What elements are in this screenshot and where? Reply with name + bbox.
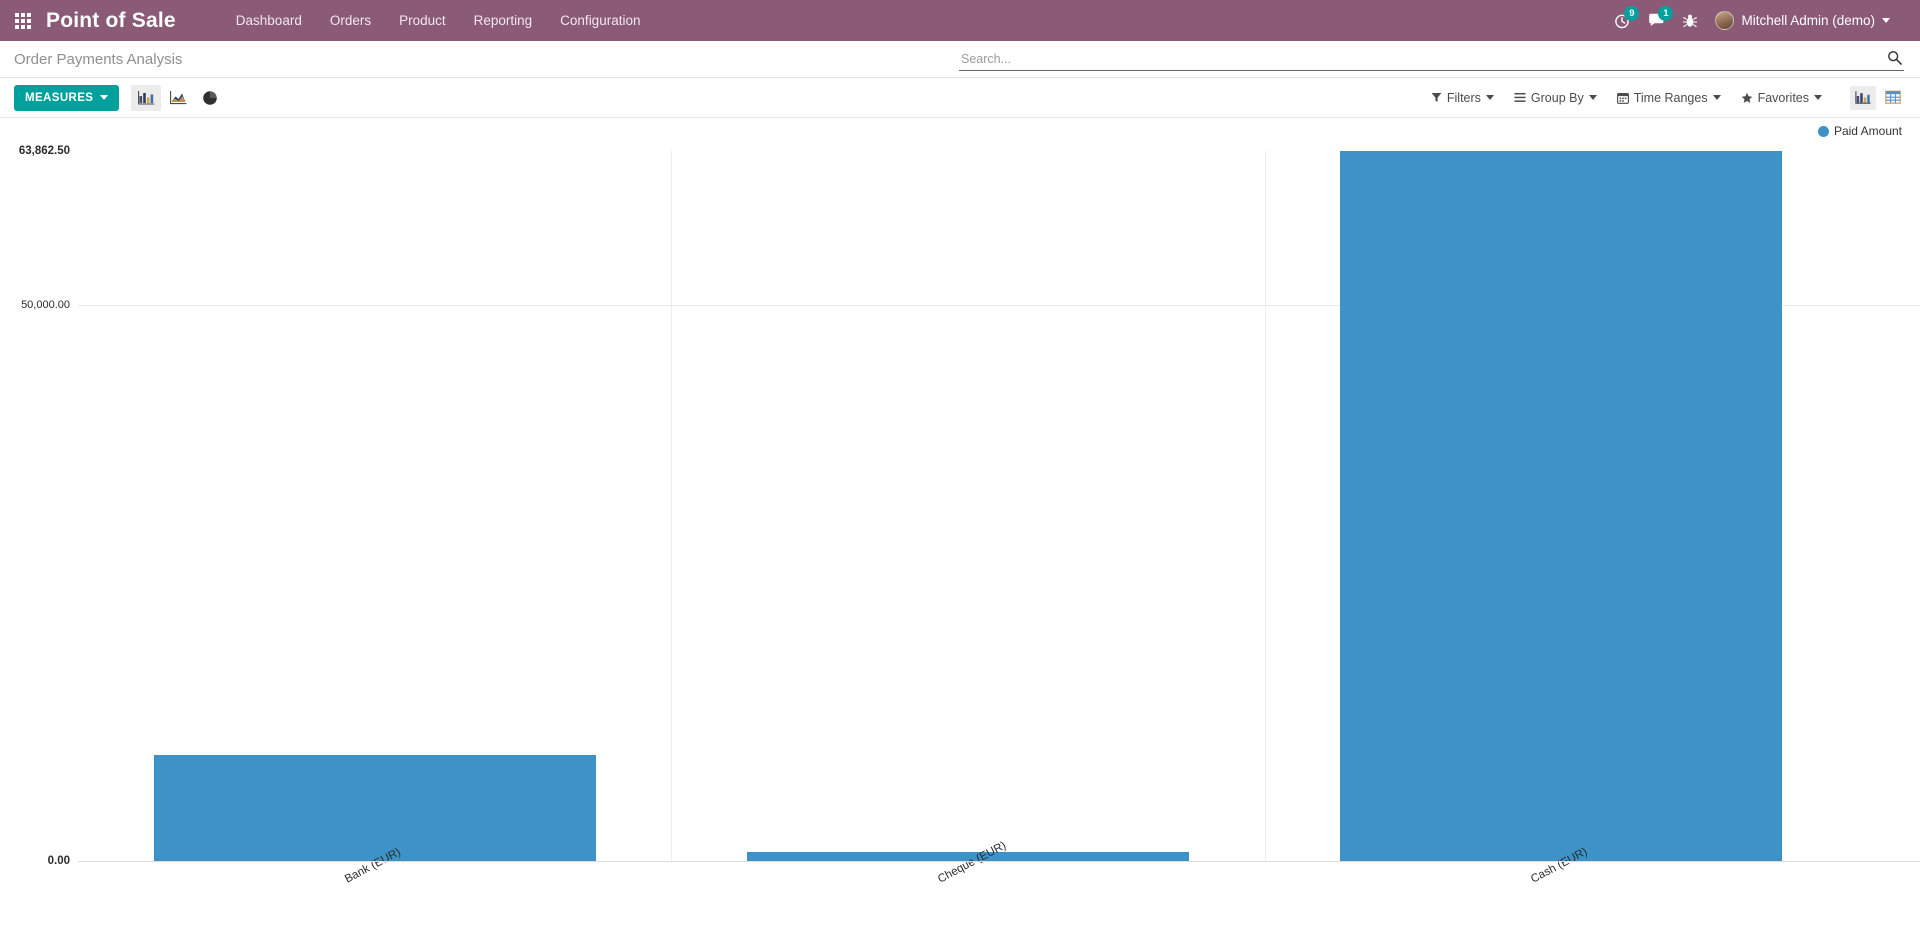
user-avatar (1715, 11, 1735, 30)
measures-label: MEASURES (25, 91, 94, 104)
x-axis-baseline (78, 861, 1920, 862)
line-chart-icon[interactable] (163, 85, 193, 111)
nav-item-reporting[interactable]: Reporting (460, 0, 547, 41)
main-nav-menu: Dashboard Orders Product Reporting Confi… (222, 0, 655, 41)
bar-chart-icon[interactable] (131, 84, 162, 111)
filters-label: Filters (1446, 90, 1481, 105)
bar-cash-eur[interactable] (1340, 151, 1783, 861)
nav-item-product[interactable]: Product (385, 0, 460, 41)
chevron-down-icon (1588, 95, 1597, 100)
graph-view-icon[interactable] (1850, 85, 1876, 110)
x-axis-tick-label: Cheque (EUR) (936, 839, 1009, 886)
user-menu[interactable]: Mitchell Admin (demo) (1715, 11, 1890, 30)
nav-item-orders[interactable]: Orders (316, 0, 385, 41)
star-icon (1741, 92, 1752, 103)
list-icon (1514, 93, 1526, 102)
funnel-icon (1431, 93, 1442, 102)
category-separator (1264, 151, 1266, 861)
chevron-down-icon (1485, 95, 1494, 100)
graph-view-container: Paid Amount 63,862.50 50,000.00 0.00 Bank (… (0, 118, 1920, 947)
nav-item-dashboard[interactable]: Dashboard (222, 0, 316, 41)
activities-count-badge: 9 (1624, 5, 1640, 21)
pie-chart-icon[interactable] (195, 85, 225, 111)
calendar-icon (1616, 92, 1629, 104)
bar-chart-plot: 63,862.50 50,000.00 0.00 Bank (EUR) Cheque (… (0, 118, 1920, 947)
bug-icon (1683, 14, 1698, 27)
app-brand-title[interactable]: Point of Sale (46, 9, 176, 33)
pivot-view-icon[interactable] (1880, 86, 1906, 110)
apps-menu-button[interactable] (0, 0, 46, 41)
y-axis-tick-label: 0.00 (47, 855, 70, 867)
favorites-dropdown[interactable]: Favorites (1731, 91, 1832, 105)
time-ranges-dropdown[interactable]: Time Ranges (1607, 91, 1731, 105)
y-axis-tick-label: 63,862.50 (18, 145, 70, 157)
chevron-down-icon (1712, 95, 1721, 100)
search-icon[interactable] (1885, 50, 1904, 68)
messages-button[interactable]: 1 (1648, 6, 1674, 28)
page-title: Order Payments Analysis (14, 50, 183, 68)
group-by-label: Group By (1530, 90, 1584, 105)
navbar-right-tools: 9 1 Mitchell Admin (demo) (1614, 5, 1908, 30)
breadcrumb-search-row: Order Payments Analysis (0, 41, 1920, 78)
search-bar[interactable] (959, 47, 1904, 71)
measures-button[interactable]: MEASURES (14, 84, 120, 111)
bar-bank-eur[interactable] (153, 755, 596, 861)
view-switcher (1850, 85, 1906, 110)
y-axis-tick-label: 50,000.00 (21, 299, 70, 312)
chevron-down-icon (1882, 18, 1890, 23)
user-name-label: Mitchell Admin (demo) (1741, 13, 1875, 28)
top-navbar: Point of Sale Dashboard Orders Product R… (0, 0, 1920, 41)
search-input[interactable] (959, 51, 1885, 66)
nav-item-configuration[interactable]: Configuration (546, 0, 654, 41)
messages-count-badge: 1 (1658, 6, 1674, 21)
favorites-label: Favorites (1757, 90, 1809, 105)
view-toolbar: MEASURES Filters Group By Time Ranges Fa… (0, 78, 1920, 118)
grid-apps-icon (15, 12, 31, 29)
chevron-down-icon (1814, 95, 1822, 100)
chevron-down-icon (100, 95, 109, 100)
filters-dropdown[interactable]: Filters (1421, 91, 1504, 105)
category-separator (671, 151, 673, 861)
search-filter-group: Filters Group By Time Ranges Favorites (1421, 91, 1832, 105)
activities-button[interactable]: 9 (1614, 5, 1640, 29)
time-ranges-label: Time Ranges (1633, 90, 1708, 105)
debug-menu-button[interactable] (1683, 13, 1698, 29)
group-by-dropdown[interactable]: Group By (1504, 91, 1607, 105)
chart-type-switcher (131, 84, 225, 111)
